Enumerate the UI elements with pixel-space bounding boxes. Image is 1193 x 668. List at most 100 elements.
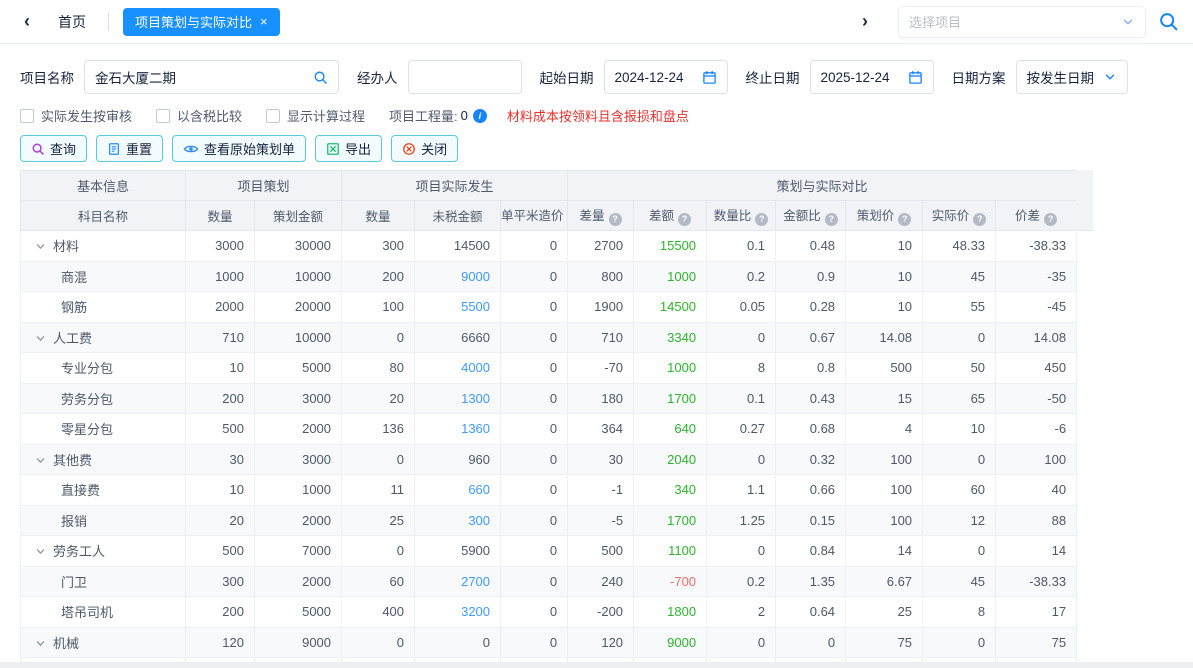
- cell: 14.08: [996, 322, 1077, 353]
- diff-amount-cell: 1800: [634, 597, 707, 628]
- agent-value[interactable]: [419, 70, 511, 85]
- agent-input[interactable]: [408, 60, 522, 94]
- untaxed-amount-link[interactable]: 4000: [415, 353, 501, 384]
- cell: 100: [846, 475, 923, 506]
- export-button[interactable]: 导出: [315, 135, 382, 162]
- subject-name-cell: 劳务分包: [21, 383, 186, 414]
- untaxed-amount-link[interactable]: 300: [415, 505, 501, 536]
- checkbox-实际发生按审核[interactable]: 实际发生按审核: [20, 106, 132, 125]
- tabs-scroll-left-icon[interactable]: ‹: [14, 11, 40, 32]
- untaxed-amount-link[interactable]: 660: [415, 475, 501, 506]
- subject-name: 塔吊司机: [61, 605, 113, 620]
- checkbox-以含税比较[interactable]: 以含税比较: [156, 106, 242, 125]
- horizontal-scrollbar-track[interactable]: [0, 662, 1193, 668]
- collapse-caret-icon[interactable]: [35, 638, 46, 649]
- close-button[interactable]: 关闭: [391, 135, 458, 162]
- table-row[interactable]: 人工费71010000066600710334000.6714.08014.08: [21, 322, 1077, 353]
- calendar-icon[interactable]: [702, 70, 717, 85]
- cell: 7000: [255, 536, 342, 567]
- table-row[interactable]: 直接费101000116600-13401.10.661006040: [21, 475, 1077, 506]
- start-date-input[interactable]: [604, 60, 728, 94]
- untaxed-amount-link[interactable]: 5500: [415, 292, 501, 323]
- reset-button[interactable]: 重置: [96, 135, 163, 162]
- table-row[interactable]: 机械120900000012090000075075: [21, 627, 1077, 658]
- chevron-down-icon: [1121, 15, 1135, 29]
- cell: 0.48: [776, 231, 846, 262]
- tabs-scroll-right-icon[interactable]: ›: [852, 11, 878, 32]
- table-row[interactable]: 报销202000253000-517001.250.151001288: [21, 505, 1077, 536]
- chevron-down-icon: [1103, 70, 1117, 84]
- table-row[interactable]: 劳务分包2003000201300018017000.10.431565-50: [21, 383, 1077, 414]
- diff-amount-cell: 15500: [634, 231, 707, 262]
- date-plan-select[interactable]: 按发生日期: [1016, 60, 1128, 94]
- table-row[interactable]: 钢筋200020000100550001900145000.050.281055…: [21, 292, 1077, 323]
- tab-active-project-compare[interactable]: 项目策划与实际对比 ×: [123, 8, 280, 36]
- table-row[interactable]: 零星分包5002000136136003646400.270.68410-6: [21, 414, 1077, 445]
- untaxed-amount-link[interactable]: 1360: [415, 414, 501, 445]
- help-icon[interactable]: ?: [825, 213, 838, 226]
- help-icon[interactable]: ?: [609, 213, 622, 226]
- help-icon[interactable]: ?: [678, 213, 691, 226]
- cell: 0.68: [776, 414, 846, 445]
- calendar-icon[interactable]: [908, 70, 923, 85]
- untaxed-amount-link[interactable]: 2700: [415, 566, 501, 597]
- date-plan-label: 日期方案: [952, 67, 1006, 87]
- column-label: 数量: [207, 210, 232, 224]
- tab-home[interactable]: 首页: [40, 12, 108, 32]
- subject-name-cell: 直接费: [21, 475, 186, 506]
- table-row[interactable]: 材料3000300003001450002700155000.10.481048…: [21, 231, 1077, 262]
- end-date-value[interactable]: [821, 70, 902, 85]
- cell: 45: [923, 261, 996, 292]
- collapse-caret-icon[interactable]: [35, 546, 46, 557]
- cell: 2000: [255, 505, 342, 536]
- column-label: 价差: [1015, 209, 1040, 223]
- cell: 200: [342, 261, 415, 292]
- collapse-caret-icon[interactable]: [35, 241, 46, 252]
- cell: 3000: [186, 231, 255, 262]
- project-select[interactable]: 选择项目: [898, 6, 1146, 38]
- help-icon[interactable]: ?: [973, 213, 986, 226]
- checkbox-box[interactable]: [156, 109, 170, 123]
- table-row[interactable]: 塔吊司机200500040032000-200180020.6425817: [21, 597, 1077, 628]
- cell: 0: [923, 627, 996, 658]
- cell: 240: [568, 566, 634, 597]
- search-icon[interactable]: [313, 70, 328, 85]
- info-icon[interactable]: i: [473, 109, 487, 123]
- column-header: 差额?: [634, 201, 707, 231]
- help-icon[interactable]: ?: [755, 213, 768, 226]
- untaxed-amount-link[interactable]: 3200: [415, 597, 501, 628]
- header-scrollbar-gutter: [1076, 170, 1093, 231]
- table-row[interactable]: 专业分包1050008040000-70100080.850050450: [21, 353, 1077, 384]
- checkbox-显示计算过程[interactable]: 显示计算过程: [266, 106, 365, 125]
- cell: 500: [186, 414, 255, 445]
- table-row[interactable]: 劳务工人5007000059000500110000.8414014: [21, 536, 1077, 567]
- table-row[interactable]: 商混1000100002009000080010000.20.91045-35: [21, 261, 1077, 292]
- cell: 300: [186, 566, 255, 597]
- search-button[interactable]: 查询: [20, 135, 87, 162]
- table-row[interactable]: 门卫30020006027000240-7000.21.356.6745-38.…: [21, 566, 1077, 597]
- end-date-input[interactable]: [810, 60, 934, 94]
- export-icon: [326, 142, 340, 156]
- help-icon[interactable]: ?: [898, 213, 911, 226]
- help-icon[interactable]: ?: [1044, 213, 1057, 226]
- cell: 0.1: [707, 231, 776, 262]
- tab-close-icon[interactable]: ×: [260, 15, 268, 28]
- column-header: 金额比?: [776, 201, 846, 231]
- table-row[interactable]: 其他费3030000960030204000.321000100: [21, 444, 1077, 475]
- cell: 0.28: [776, 292, 846, 323]
- untaxed-amount-link[interactable]: 1300: [415, 383, 501, 414]
- collapse-caret-icon[interactable]: [35, 333, 46, 344]
- start-date-value[interactable]: [615, 70, 696, 85]
- checkbox-box[interactable]: [20, 109, 34, 123]
- cell: 0: [415, 627, 501, 658]
- column-label: 科目名称: [78, 210, 128, 224]
- eye-button[interactable]: 查看原始策划单: [172, 135, 306, 162]
- collapse-caret-icon[interactable]: [35, 455, 46, 466]
- checkbox-box[interactable]: [266, 109, 280, 123]
- untaxed-amount-link[interactable]: 9000: [415, 261, 501, 292]
- subject-name-cell: 机械: [21, 627, 186, 658]
- project-name-value[interactable]: [95, 70, 307, 85]
- search-icon[interactable]: [1158, 11, 1179, 32]
- cell: 11: [342, 475, 415, 506]
- project-name-input[interactable]: [84, 60, 339, 94]
